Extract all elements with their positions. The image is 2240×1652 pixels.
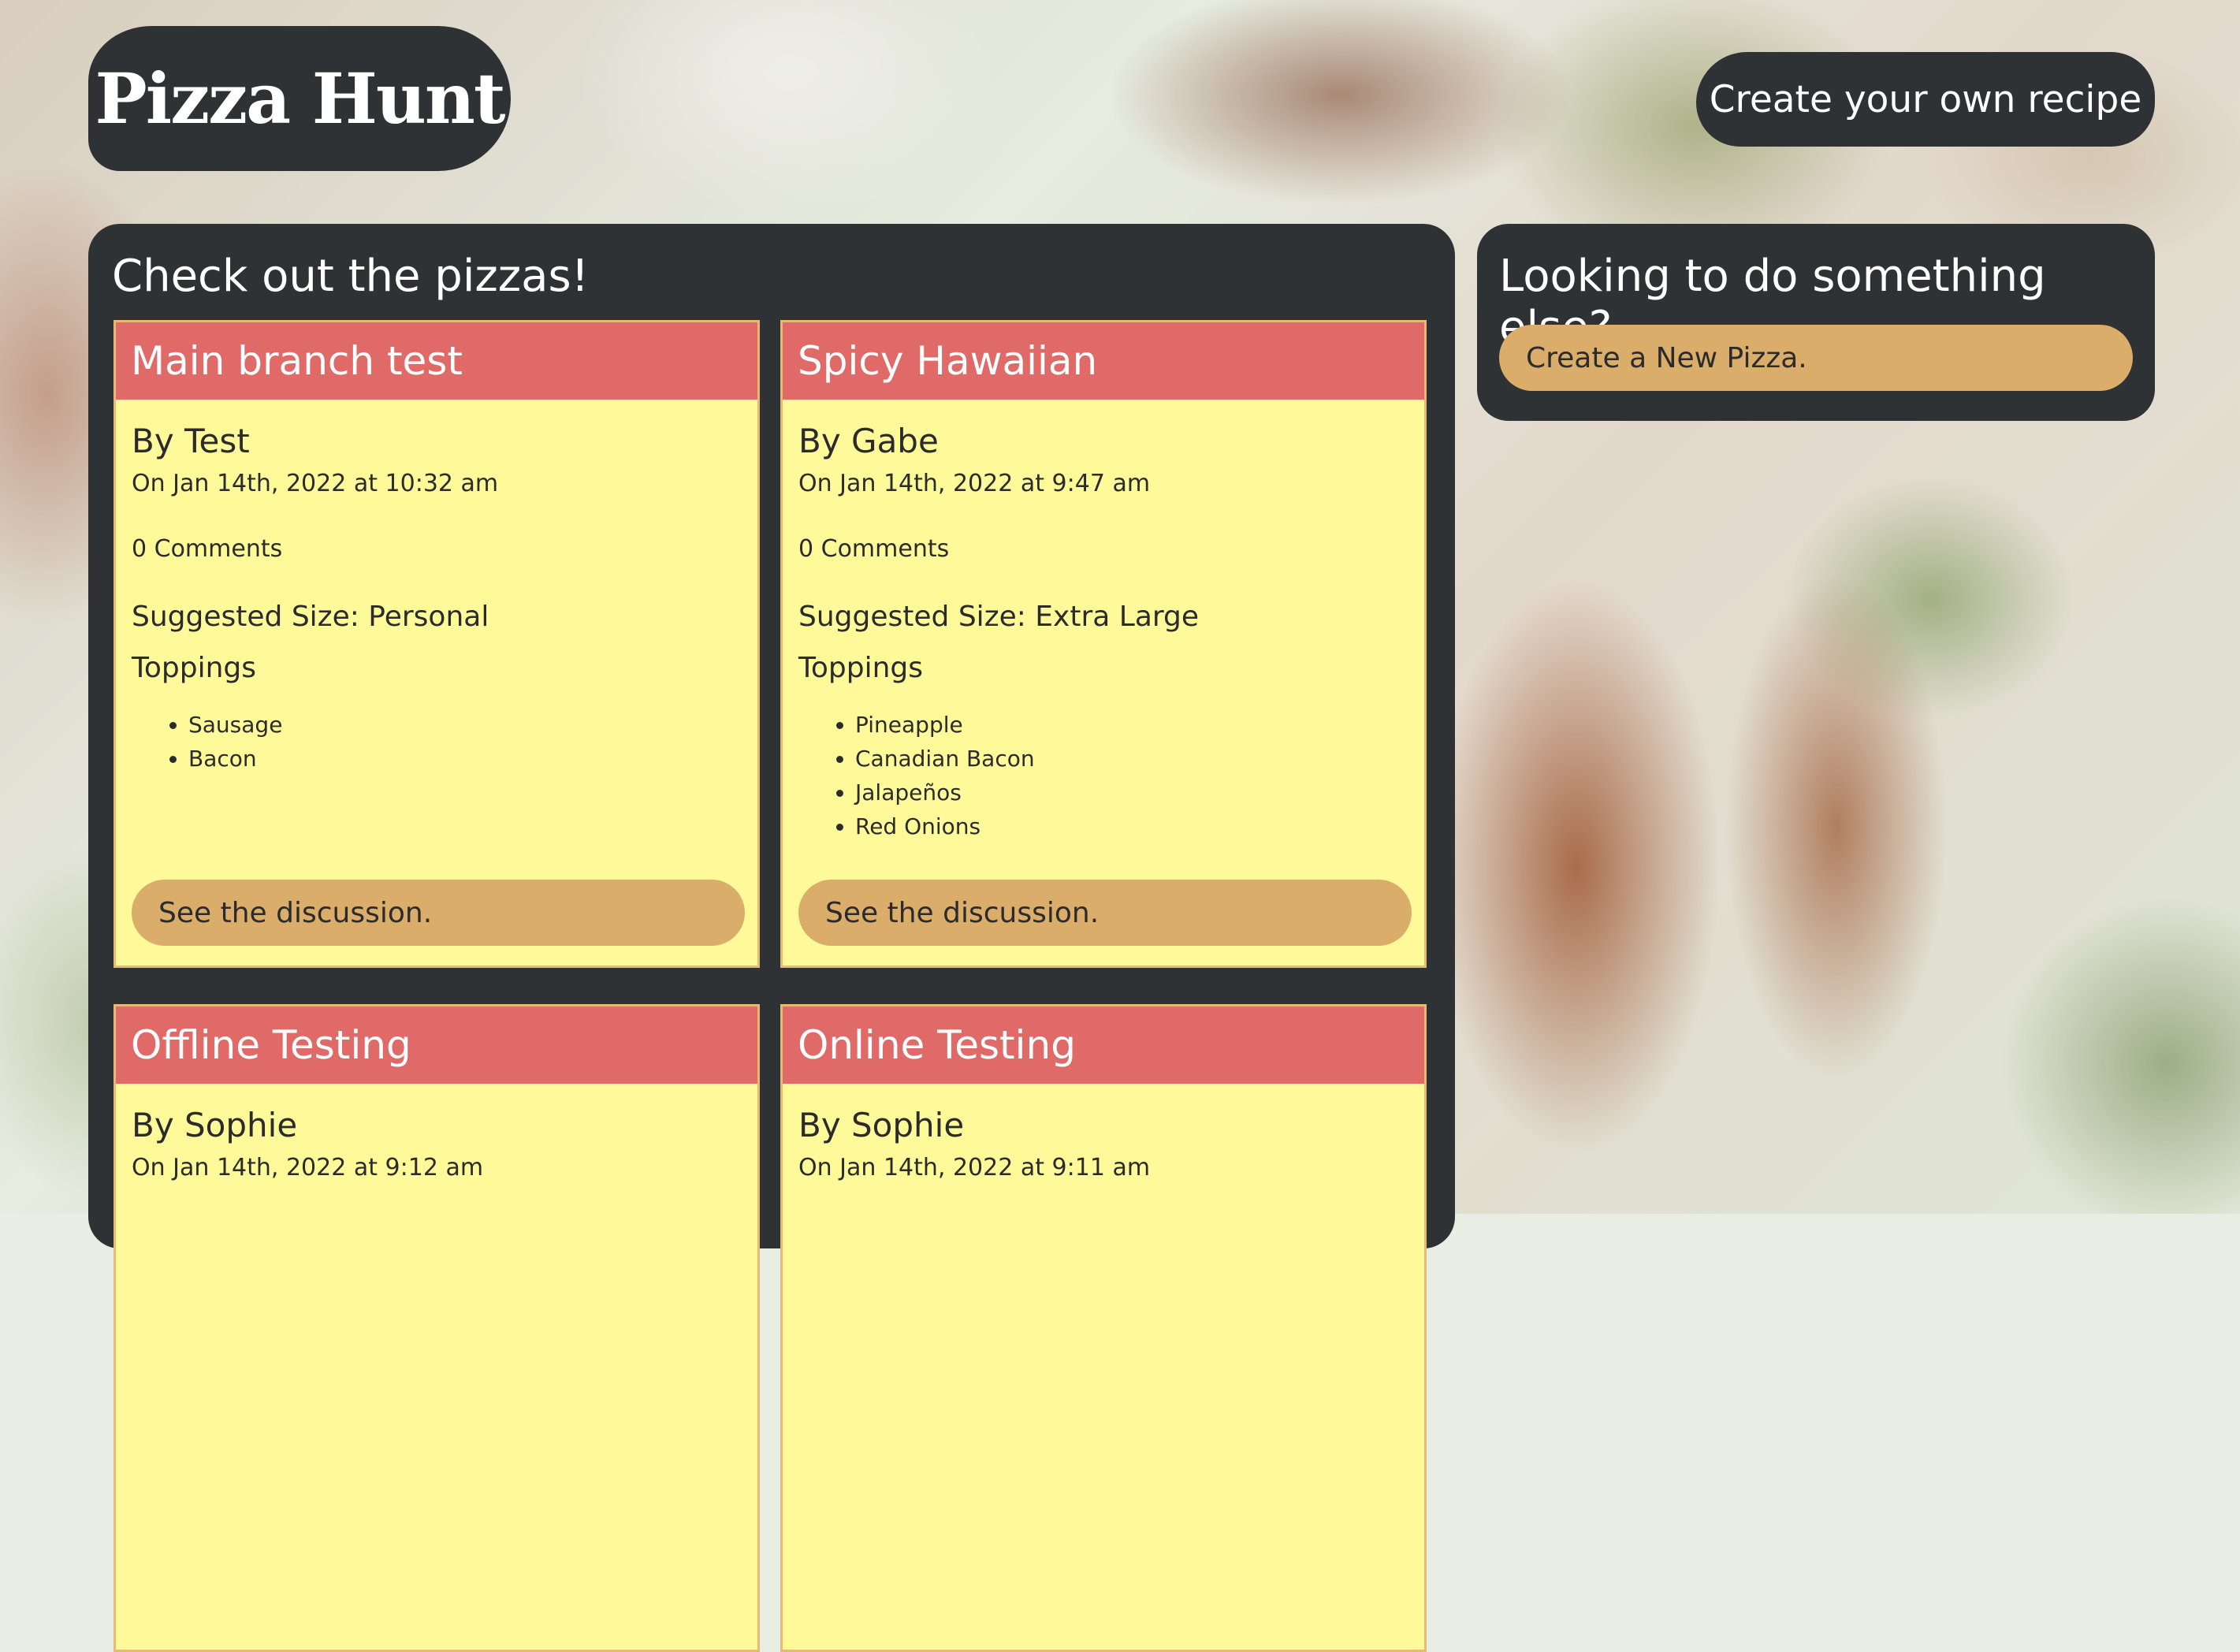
pizza-card-title: Online Testing [783, 1006, 1424, 1084]
pizza-list-title: Check out the pizzas! [112, 251, 590, 302]
topping-item: Pineapple [855, 708, 1408, 742]
pizza-card: Online Testing By Sophie On Jan 14th, 20… [780, 1004, 1427, 1652]
see-discussion-button[interactable]: See the discussion. [798, 880, 1412, 946]
pizza-author: By Gabe [798, 422, 939, 460]
pizza-date: On Jan 14th, 2022 at 9:12 am [132, 1154, 484, 1181]
pizza-suggested-size: Suggested Size: Extra Large [798, 601, 1200, 633]
pizza-card: Spicy Hawaiian By Gabe On Jan 14th, 2022… [780, 320, 1427, 968]
pizza-card-title: Main branch test [116, 322, 757, 400]
pizza-date: On Jan 14th, 2022 at 10:32 am [132, 470, 499, 497]
site-logo[interactable]: Pizza Hunt [88, 26, 511, 171]
pizza-card: Offline Testing By Sophie On Jan 14th, 2… [113, 1004, 760, 1652]
topping-item: Red Onions [855, 809, 1408, 843]
pizza-author: By Sophie [132, 1106, 298, 1144]
pizza-comment-count: 0 Comments [132, 535, 283, 563]
pizza-author: By Test [132, 422, 250, 460]
pizza-card: Main branch test By Test On Jan 14th, 20… [113, 320, 760, 968]
create-recipe-button[interactable]: Create your own recipe [1696, 52, 2155, 147]
pizza-card-title: Offline Testing [116, 1006, 757, 1084]
topping-item: Bacon [188, 742, 742, 776]
pizza-card-title: Spicy Hawaiian [783, 322, 1424, 400]
page: Pizza Hunt Create your own recipe Check … [0, 0, 2240, 1652]
pizza-date: On Jan 14th, 2022 at 9:47 am [798, 470, 1151, 497]
topping-item: Sausage [188, 708, 742, 742]
pizza-author: By Sophie [798, 1106, 965, 1144]
create-new-pizza-button[interactable]: Create a New Pizza. [1499, 325, 2133, 391]
pizza-comment-count: 0 Comments [798, 535, 950, 563]
see-discussion-button[interactable]: See the discussion. [132, 880, 745, 946]
toppings-list: Pineapple Canadian Bacon Jalapeños Red O… [798, 708, 1408, 843]
topping-item: Canadian Bacon [855, 742, 1408, 776]
toppings-heading: Toppings [132, 652, 257, 684]
pizza-suggested-size: Suggested Size: Personal [132, 601, 489, 633]
pizza-date: On Jan 14th, 2022 at 9:11 am [798, 1154, 1151, 1181]
topping-item: Jalapeños [855, 776, 1408, 809]
pizza-list-panel: Check out the pizzas! Main branch test B… [88, 224, 1455, 1652]
logo-text: Pizza Hunt [95, 58, 506, 140]
sidebar-panel: Looking to do something else? Create a N… [1477, 224, 2155, 421]
toppings-heading: Toppings [798, 652, 924, 684]
toppings-list: Sausage Bacon [132, 708, 742, 776]
